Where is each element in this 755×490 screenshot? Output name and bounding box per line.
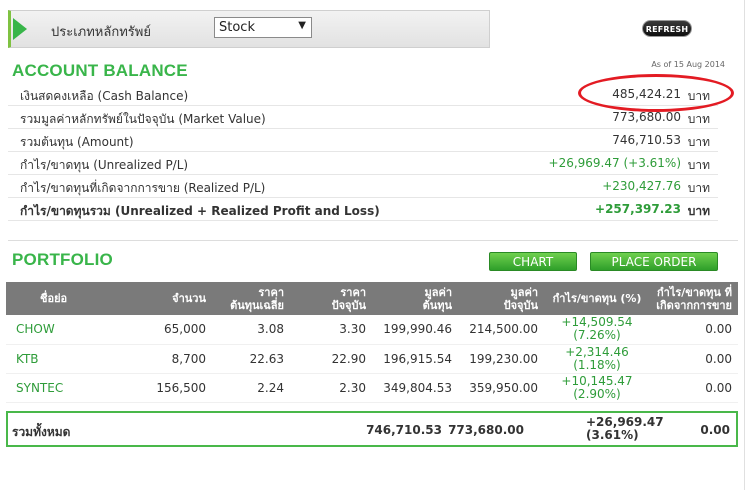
header-line: เกิดจากการขาย — [656, 298, 732, 312]
market-value-cell: 214,500.00 — [458, 315, 544, 345]
panel-edge — [744, 0, 745, 490]
realized-pl-cell: 0.00 — [650, 315, 738, 345]
place-order-button[interactable]: PLACE ORDER — [590, 252, 718, 271]
pl-percent: (1.18%) — [573, 357, 621, 372]
pl-percent: (3.61%) — [586, 428, 639, 442]
header-line: กำไร/ขาดทุน ที่ — [657, 285, 732, 299]
balance-label: กำไร/ขาดทุน (Unrealized P/L) — [20, 158, 189, 172]
balance-row-realized-pl: กำไร/ขาดทุนที่เกิดจากการขาย (Realized P/… — [8, 175, 718, 198]
pl-percent: (7.26%) — [573, 328, 621, 343]
header-line: มูลค่า — [424, 285, 452, 299]
avg-cost-cell: 22.63 — [212, 344, 290, 374]
balance-label: กำไร/ขาดทุนรวม (Unrealized + Realized Pr… — [20, 204, 380, 218]
market-value-cell: 359,950.00 — [458, 373, 544, 403]
realized-pl-cell: 0.00 — [650, 373, 738, 403]
table-row: KTB 8,700 22.63 22.90 196,915.54 199,230… — [6, 344, 738, 374]
column-header-unrealized-pl: กำไร/ขาดทุน (%) — [544, 282, 650, 315]
avg-cost-cell: 3.08 — [212, 315, 290, 345]
balance-unit: บาท — [687, 181, 710, 195]
header-line: ราคา — [258, 285, 284, 299]
table-header-row: ชื่อย่อ จำนวน ราคา ต้นทุนเฉลี่ย ราคา ปัจจุ… — [6, 282, 738, 315]
unrealized-pl-cell: +10,145.47 (2.90%) — [544, 373, 650, 403]
column-header-price: ราคา ปัจจุบัน — [290, 282, 372, 315]
security-type-select[interactable]: Stock ▼ — [214, 17, 312, 38]
column-header-avg-cost: ราคา ต้นทุนเฉลี่ย — [212, 282, 290, 315]
balance-label: กำไร/ขาดทุนที่เกิดจากการขาย (Realized P/… — [20, 181, 266, 195]
balance-value: +257,397.23 — [595, 202, 681, 216]
header-line: ราคา — [340, 285, 366, 299]
pl-amount: +14,509.54 — [561, 315, 633, 330]
header-line: ปัจจุบัน — [503, 298, 538, 312]
header-line: มูลค่า — [510, 285, 538, 299]
total-realized-pl: 0.00 — [700, 423, 730, 437]
pl-amount: +2,314.46 — [565, 344, 629, 359]
cost-cell: 349,804.53 — [372, 373, 458, 403]
cost-cell: 196,915.54 — [372, 344, 458, 374]
account-balance-title: ACCOUNT BALANCE — [12, 61, 188, 80]
balance-label: รวมมูลค่าหลักทรัพย์ในปัจจุบัน (Market Va… — [20, 112, 266, 126]
balance-unit: บาท — [687, 112, 710, 126]
balance-value: 746,710.53 — [612, 133, 681, 147]
total-label: รวมทั้งหมด — [12, 425, 71, 439]
unrealized-pl-cell: +2,314.46 (1.18%) — [544, 344, 650, 374]
header-line: ต้นทุนเฉลี่ย — [230, 298, 284, 312]
volume-cell: 156,500 — [102, 373, 212, 403]
price-cell: 22.90 — [290, 344, 372, 374]
column-header-volume: จำนวน — [102, 282, 212, 315]
balance-unit: บาท — [687, 204, 710, 218]
volume-cell: 65,000 — [102, 315, 212, 345]
portfolio-title: PORTFOLIO — [12, 250, 113, 269]
as-of-date: As of 15 Aug 2014 — [651, 60, 725, 69]
total-unrealized-pl: +26,969.47 (3.61%) — [542, 416, 664, 442]
balance-row-total-pl: กำไร/ขาดทุนรวม (Unrealized + Realized Pr… — [8, 198, 718, 221]
security-type-label: ประเภทหลักทรัพย์ — [51, 25, 151, 40]
balance-label: เงินสดคงเหลือ (Cash Balance) — [20, 89, 189, 103]
security-type-selected: Stock — [219, 20, 255, 35]
balance-unit: บาท — [687, 158, 710, 172]
pl-amount: +10,145.47 — [561, 373, 633, 388]
table-row: CHOW 65,000 3.08 3.30 199,990.46 214,500… — [6, 315, 738, 345]
unrealized-pl-cell: +14,509.54 (7.26%) — [544, 315, 650, 345]
symbol-cell[interactable]: SYNTEC — [6, 373, 102, 403]
table-row: SYNTEC 156,500 2.24 2.30 349,804.53 359,… — [6, 373, 738, 403]
cash-balance-highlight — [578, 74, 734, 112]
balance-value: +230,427.76 — [602, 179, 681, 193]
security-type-filter-bar: ประเภทหลักทรัพย์ Stock ▼ — [8, 10, 490, 48]
volume-cell: 8,700 — [102, 344, 212, 374]
header-line: ปัจจุบัน — [331, 298, 366, 312]
total-market-value: 773,680.00 — [448, 423, 524, 437]
column-header-symbol: ชื่อย่อ — [6, 282, 102, 315]
symbol-cell[interactable]: CHOW — [6, 315, 102, 345]
chart-button[interactable]: CHART — [489, 252, 577, 271]
market-value-cell: 199,230.00 — [458, 344, 544, 374]
column-header-realized-pl: กำไร/ขาดทุน ที่ เกิดจากการขาย — [650, 282, 738, 315]
column-header-market-value: มูลค่า ปัจจุบัน — [458, 282, 544, 315]
section-divider — [8, 240, 738, 241]
pl-percent: (2.90%) — [573, 386, 621, 401]
portfolio-table: ชื่อย่อ จำนวน ราคา ต้นทุนเฉลี่ย ราคา ปัจจุ… — [6, 282, 738, 403]
refresh-button[interactable]: REFRESH — [642, 20, 692, 37]
chevron-down-icon: ▼ — [298, 20, 306, 31]
portfolio-total-row: รวมทั้งหมด 746,710.53 773,680.00 +26,969… — [6, 411, 738, 447]
balance-label: รวมต้นทุน (Amount) — [20, 135, 134, 149]
balance-row-unrealized-pl: กำไร/ขาดทุน (Unrealized P/L) +26,969.47 … — [8, 152, 718, 175]
balance-value: +26,969.47 (+3.61%) — [548, 156, 681, 170]
balance-row-market-value: รวมมูลค่าหลักทรัพย์ในปัจจุบัน (Market Va… — [8, 106, 718, 129]
avg-cost-cell: 2.24 — [212, 373, 290, 403]
realized-pl-cell: 0.00 — [650, 344, 738, 374]
symbol-cell[interactable]: KTB — [6, 344, 102, 374]
column-header-cost: มูลค่า ต้นทุน — [372, 282, 458, 315]
cost-cell: 199,990.46 — [372, 315, 458, 345]
balance-value: 773,680.00 — [612, 110, 681, 124]
total-cost: 746,710.53 — [366, 423, 442, 437]
balance-row-amount: รวมต้นทุน (Amount) 746,710.53 บาท — [8, 129, 718, 152]
price-cell: 3.30 — [290, 315, 372, 345]
arrow-right-icon — [13, 18, 27, 40]
price-cell: 2.30 — [290, 373, 372, 403]
header-line: ต้นทุน — [422, 298, 452, 312]
balance-unit: บาท — [687, 135, 710, 149]
